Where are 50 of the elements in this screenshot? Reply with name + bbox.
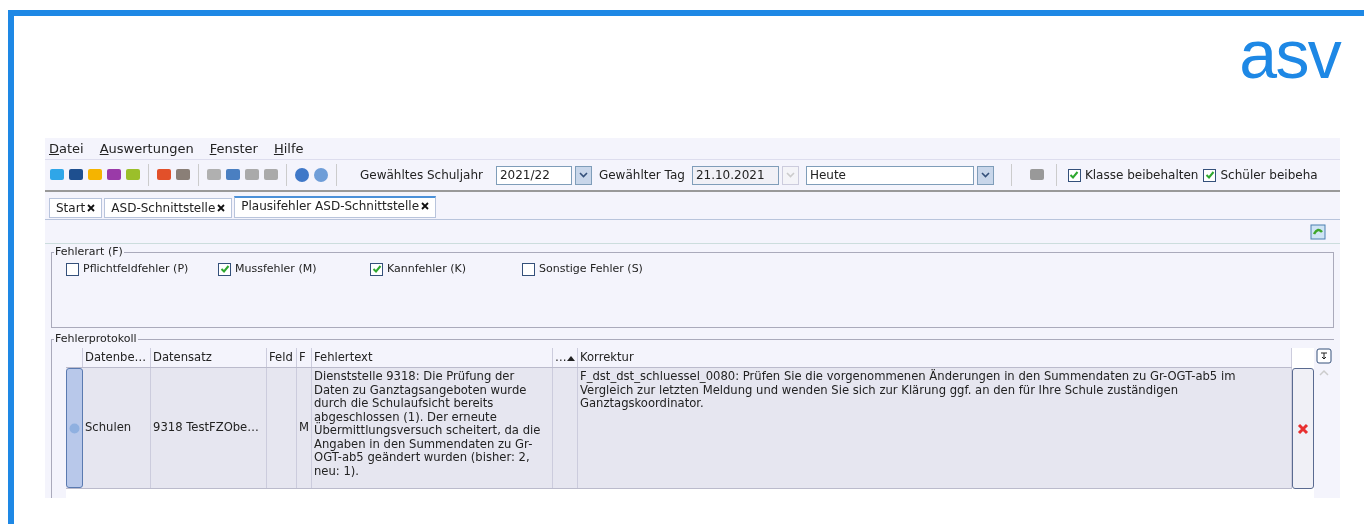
table-cell: Schulen [83, 368, 151, 488]
chevron-down-icon [578, 172, 588, 178]
chevron-down-icon [980, 172, 990, 178]
period-field[interactable]: Heute [805, 165, 974, 185]
delete-icon [1297, 422, 1309, 435]
menu-item[interactable]: Auswertungen [99, 138, 194, 159]
checkbox[interactable] [218, 262, 231, 276]
table-cell: 9318 TestFZObe… [151, 368, 267, 488]
checkbox-label: Pflichtfeldfehler (P) [83, 261, 189, 277]
year-field[interactable]: 2021/22 [495, 165, 572, 185]
delete-button[interactable] [1292, 368, 1314, 489]
field-label: Gewählter Tag [598, 167, 685, 184]
section-title: Fehlerart (F) [54, 245, 124, 259]
checkbox[interactable] [370, 262, 383, 276]
column-header[interactable]: Fehlertext [312, 348, 553, 367]
checkbox-label: Kannfehler (K) [387, 261, 466, 277]
menu-item[interactable]: Fenster [209, 138, 258, 159]
chevron-down-icon [785, 172, 795, 178]
column-header[interactable]: Datensatz [151, 348, 267, 367]
row-header[interactable] [66, 368, 83, 488]
checkbox[interactable] [522, 262, 535, 276]
tab[interactable]: ASD-Schnittstelle [104, 198, 233, 218]
table-cell: Dienststelle 9318: Die Prüfung der Daten zu Ganztagsangeboten wurde durch die Schulaufsicht bereits abgeschlossen (1). Der erneute Übermittlungsversuch scheitert, da die Angaben in den Summendaten zu Gr-OGT-ab5 geändert wurden (bisher: 2, neu: 1). [312, 368, 553, 488]
menu-item[interactable]: Datei [49, 138, 84, 159]
checkbox[interactable] [1203, 168, 1217, 182]
refresh-icon[interactable] [1310, 223, 1326, 240]
dropdown-button[interactable] [976, 165, 994, 185]
menu-item[interactable]: Hilfe [273, 138, 304, 159]
checkbox-label: Klasse beibehalten [1084, 167, 1199, 184]
close-icon[interactable] [87, 204, 96, 212]
checkbox-label: Sonstige Fehler (S) [539, 261, 643, 277]
section-title: Fehlerprotokoll [54, 332, 138, 346]
checkbox-label: Mussfehler (M) [235, 261, 317, 277]
checkbox-label: Schüler beibeha [1220, 167, 1318, 184]
logo: asv [1239, 20, 1340, 94]
table-cell: M [297, 368, 312, 488]
column-header[interactable]: Korrektur [578, 348, 1292, 367]
column-header[interactable]: Datenbe… [83, 348, 151, 367]
close-icon[interactable] [421, 202, 430, 210]
column-header[interactable]: Feld [267, 348, 297, 367]
checkbox[interactable] [66, 262, 79, 276]
column-header[interactable]: … [553, 348, 578, 367]
column-chooser-icon[interactable] [1316, 348, 1332, 364]
checkbox[interactable] [1067, 168, 1081, 182]
dropdown-button[interactable] [574, 165, 592, 185]
tab[interactable]: Plausifehler ASD-Schnittstelle [234, 196, 437, 218]
tab[interactable]: Start [49, 198, 103, 218]
field-label: Gewähltes Schuljahr [360, 167, 483, 184]
column-header[interactable]: F [297, 348, 312, 367]
close-icon[interactable] [217, 204, 226, 212]
